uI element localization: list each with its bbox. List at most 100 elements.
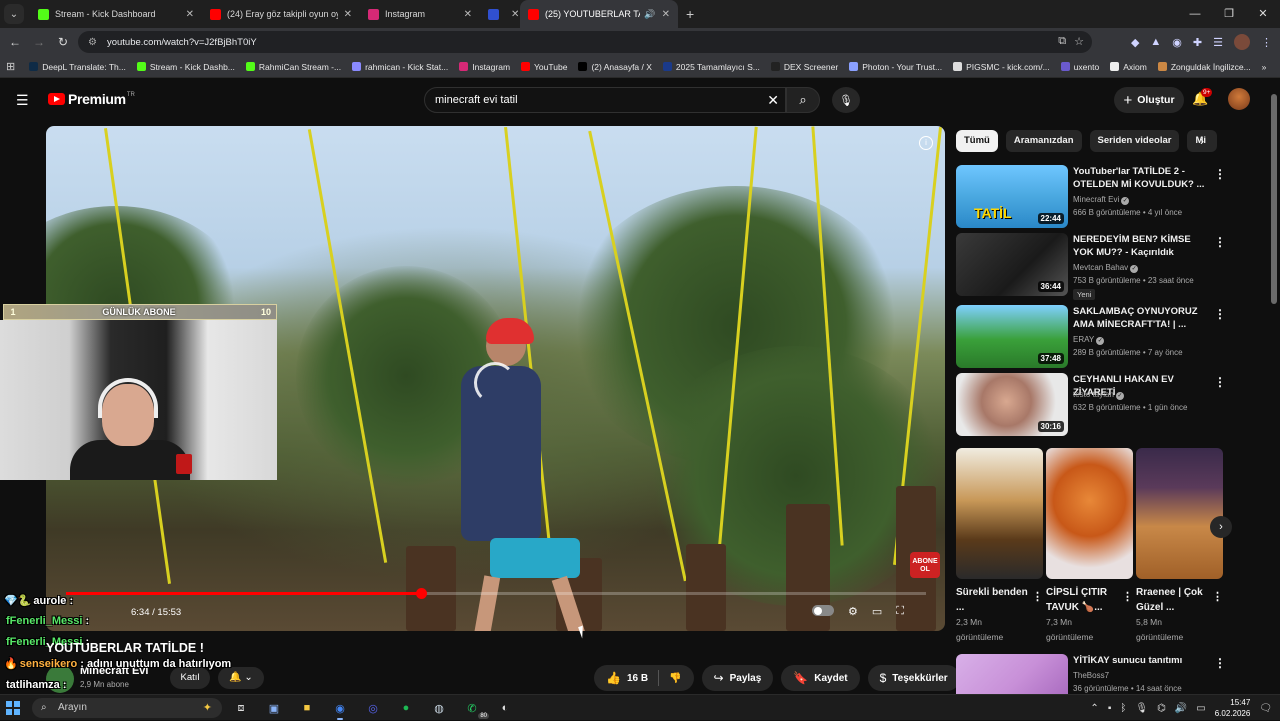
restore-icon[interactable]: ❐ (1212, 0, 1246, 28)
more-options-icon[interactable]: ⋮ (1122, 590, 1133, 603)
tab-close-icon[interactable]: ✕ (511, 9, 519, 20)
bookmark-item[interactable]: DeepL Translate: Th... (29, 62, 126, 72)
network-icon[interactable]: ⌬ (1157, 703, 1166, 714)
file-explorer-icon-2[interactable]: ▣ (263, 698, 285, 718)
browser-tab-youtube-active[interactable]: (25) YOUTUBERLAR TATİLDE 🔊 ✕ (520, 0, 678, 28)
tray-overflow-icon[interactable]: ⌃ (1090, 703, 1098, 714)
more-options-icon[interactable]: ⋮ (1214, 375, 1226, 389)
video-progress-bar[interactable] (66, 588, 926, 599)
tab-audio-icon[interactable]: 🔊 (644, 9, 655, 20)
browser-tab-youtube-1[interactable]: (24) Eray göz takipli oyun oynar ✕ (202, 0, 360, 28)
steam-icon[interactable]: ◍ (428, 698, 450, 718)
subscribe-watermark[interactable]: ABONE OL (910, 552, 940, 578)
chip-all[interactable]: Tümü (956, 130, 998, 152)
whatsapp-icon[interactable]: ✆ 80 (461, 698, 489, 719)
bookmark-item[interactable]: Instagram (459, 62, 510, 72)
bluetooth-icon[interactable]: ᛒ (1120, 703, 1126, 714)
browser-tab-pinned[interactable]: ✕ (480, 0, 520, 28)
more-options-icon[interactable]: ⋮ (1214, 167, 1226, 181)
minimize-icon[interactable]: — (1178, 0, 1212, 28)
short-item[interactable]: CİPSLİ ÇITIR TAVUK 🍗... 7,3 Mn görüntüle… (1046, 448, 1133, 645)
task-view-icon[interactable]: ⧈ (230, 698, 252, 718)
extension-3-icon[interactable]: ◉ (1172, 36, 1182, 49)
notification-center-icon[interactable]: 🗨 (1259, 703, 1272, 714)
more-options-icon[interactable]: ⋮ (1214, 307, 1226, 321)
bookmark-item[interactable]: rahmican - Kick Stat... (352, 62, 448, 72)
more-options-icon[interactable]: ⋮ (1214, 656, 1226, 670)
close-window-icon[interactable]: ✕ (1246, 0, 1280, 28)
like-icon[interactable]: 👍 (606, 671, 621, 685)
browser-menu-icon[interactable]: ⋮ (1261, 36, 1272, 49)
bookmark-item[interactable]: PIGSMC - kick.com/... (953, 62, 1050, 72)
bookmark-item[interactable]: Stream - Kick Dashb... (136, 62, 235, 72)
tab-close-icon[interactable]: ✕ (464, 9, 472, 20)
video-thumbnail[interactable]: 36:44 (956, 233, 1068, 296)
tab-close-icon[interactable]: ✕ (344, 9, 352, 20)
like-count[interactable]: 16 B (627, 673, 648, 684)
recommended-video[interactable]: 30:16 CEYHANLI HAKAN EV ZİYARETİ testo t… (956, 373, 1226, 439)
volume-icon[interactable]: 🔊 (1175, 703, 1187, 714)
guide-menu-icon[interactable]: ☰ (16, 92, 29, 109)
create-button[interactable]: + Oluştur (1114, 87, 1184, 113)
recommended-video[interactable]: YİTİKAY sunucu tanıtımı TheBoss7 36 görü… (956, 654, 1226, 694)
extensions-puzzle-icon[interactable]: ✚ (1193, 36, 1202, 49)
extension-1-icon[interactable]: ◆ (1131, 36, 1139, 49)
bookmark-item[interactable]: RahmiCan Stream -... (245, 62, 341, 72)
search-button[interactable]: ⌕ (786, 87, 820, 113)
share-button[interactable]: ↪ Paylaş (701, 665, 774, 691)
save-button[interactable]: 🔖 Kaydet (781, 665, 860, 691)
theater-mode-icon[interactable]: ▭ (872, 605, 882, 618)
tab-close-icon[interactable]: ✕ (662, 9, 670, 20)
browser-tab-kick[interactable]: Stream - Kick Dashboard ✕ (30, 0, 202, 28)
video-thumbnail[interactable]: 37:48 (956, 305, 1068, 368)
more-options-icon[interactable]: ⋮ (1032, 590, 1043, 603)
taskbar-search-field[interactable]: ⌕ Arayın ✦ (32, 698, 222, 718)
short-item[interactable]: Sürekli benden ... 2,3 Mn görüntüleme ⋮ (956, 448, 1043, 645)
short-thumbnail[interactable] (956, 448, 1043, 579)
discord-icon[interactable]: ◎ (362, 698, 384, 718)
voice-search-button[interactable]: 🎙 (832, 87, 860, 113)
recommended-video[interactable]: TATİL 22:44 YouTuber'lar TATİLDE 2 - OTE… (956, 165, 1226, 231)
bookmark-item[interactable]: 2025 Tamamlayıcı S... (662, 62, 760, 72)
recommended-video[interactable]: 36:44 NEREDEYİM BEN? KİMSE YOK MU?? - Ka… (956, 233, 1226, 300)
apps-grid-icon[interactable]: ⊞ (6, 60, 15, 73)
subscribed-bell-button[interactable]: 🔔 ⌄ (218, 667, 264, 689)
clear-search-icon[interactable]: ✕ (767, 92, 779, 109)
forward-icon[interactable]: → (27, 35, 51, 49)
back-icon[interactable]: ← (3, 35, 27, 49)
settings-gear-icon[interactable]: ⚙ (848, 605, 858, 618)
mic-tray-icon[interactable]: 🎙 (1135, 703, 1148, 714)
extension-2-icon[interactable]: ▲ (1150, 36, 1161, 48)
bookmark-item[interactable]: DEX Screener (770, 62, 838, 72)
file-explorer-icon[interactable]: ■ (296, 698, 318, 718)
more-options-icon[interactable]: ⋮ (1212, 590, 1223, 603)
short-thumbnail[interactable] (1136, 448, 1223, 579)
video-thumbnail[interactable]: 30:16 (956, 373, 1068, 436)
shorts-next-button[interactable]: › (1210, 516, 1232, 538)
fullscreen-icon[interactable]: ⛶ (896, 605, 904, 618)
profile-avatar[interactable] (1234, 34, 1250, 50)
page-scrollbar[interactable] (1271, 86, 1277, 706)
system-clock[interactable]: 15:47 6.02.2026 (1215, 697, 1251, 719)
browser-tab-instagram[interactable]: Instagram ✕ (360, 0, 480, 28)
bookmark-item[interactable]: (2) Anasayfa / X (578, 62, 652, 72)
bookmark-item[interactable]: Axiom (1110, 62, 1147, 72)
windows-start-icon[interactable] (6, 701, 20, 715)
scrollbar-thumb[interactable] (1271, 94, 1277, 304)
tray-app-icon[interactable]: ▪ (1108, 703, 1112, 714)
reload-icon[interactable]: ↻ (51, 35, 75, 49)
site-info-icon[interactable]: ⚙ (88, 37, 97, 48)
recommended-video[interactable]: 37:48 SAKLAMBAÇ OYNUYORUZ AMA MİNECRAFT'… (956, 305, 1226, 371)
short-thumbnail[interactable] (1046, 448, 1133, 579)
join-button[interactable]: Katıl (170, 667, 210, 689)
bookmarks-overflow-icon[interactable]: » (1262, 62, 1267, 72)
spotify-icon[interactable]: ● (395, 698, 417, 718)
youtube-premium-logo[interactable]: Premium TR (48, 91, 135, 107)
more-options-icon[interactable]: ⋮ (1214, 235, 1226, 249)
video-thumbnail[interactable]: TATİL 22:44 (956, 165, 1068, 228)
autoplay-toggle[interactable] (812, 605, 834, 616)
tab-search-dropdown-icon[interactable]: ⌄ (4, 4, 24, 24)
new-tab-button[interactable]: + (686, 6, 694, 22)
bookmark-star-icon[interactable]: ☆ (1074, 35, 1084, 48)
dislike-icon[interactable]: 👎 (669, 673, 681, 684)
